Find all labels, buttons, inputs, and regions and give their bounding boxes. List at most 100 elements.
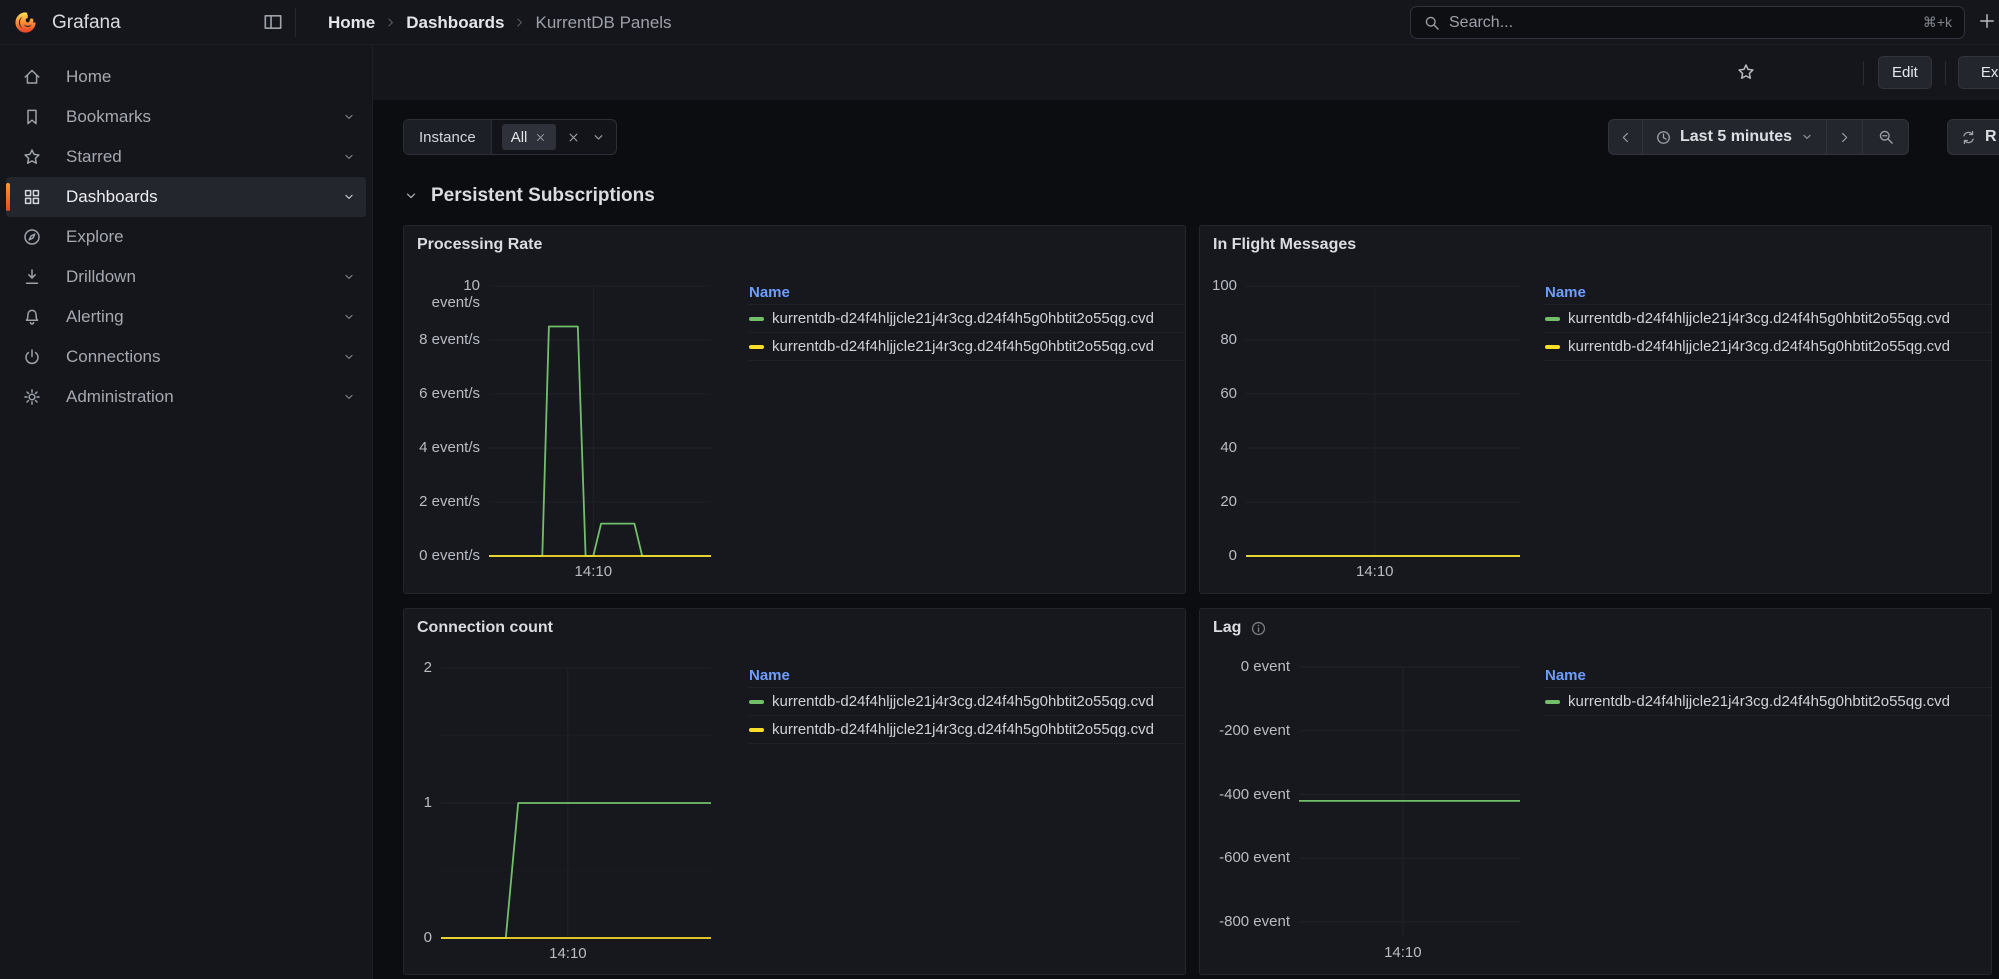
apps-icon: [22, 187, 42, 207]
edit-button[interactable]: Edit: [1878, 56, 1932, 89]
chevron-down-icon[interactable]: [342, 110, 356, 124]
remove-value-icon[interactable]: [534, 131, 547, 144]
instance-value-chip[interactable]: All: [502, 124, 557, 150]
y-tick-label: 100: [1212, 277, 1237, 294]
chevron-down-icon[interactable]: [342, 390, 356, 404]
chart-in-flight-messages[interactable]: 02040608010014:10: [1212, 276, 1522, 582]
y-tick-label: 1: [416, 794, 432, 811]
clock-icon: [1655, 129, 1672, 146]
x-tick-label: 14:10: [1335, 563, 1415, 580]
chevron-down-icon[interactable]: [342, 310, 356, 324]
time-back-button[interactable]: [1609, 120, 1642, 154]
series-name: kurrentdb-d24f4hljjcle21j4r3cg.d24f4h5g0…: [772, 310, 1154, 327]
favorite-star-icon[interactable]: [1736, 62, 1756, 82]
plug-icon: [22, 347, 42, 367]
info-icon[interactable]: [1250, 620, 1267, 637]
legend-name-header[interactable]: Name: [749, 280, 1185, 304]
legend-name-header[interactable]: Name: [1545, 663, 1991, 687]
panel-title[interactable]: Lag: [1213, 619, 1241, 637]
clear-all-icon[interactable]: [566, 130, 581, 145]
sidebar-nav: HomeBookmarks Starred Dashboards Explore Dri…: [0, 45, 373, 979]
grafana-app: Grafana Home Dashboards KurrentDB Panels…: [0, 0, 1999, 979]
compass-icon: [22, 227, 42, 247]
panel-header: Connection count: [404, 609, 1185, 647]
instance-value-text: All: [511, 129, 528, 146]
sidebar-item-dashboards[interactable]: Dashboards: [6, 177, 366, 217]
sidebar-item-starred[interactable]: Starred: [6, 137, 366, 177]
search-placeholder: Search...: [1449, 14, 1915, 32]
legend-name-header[interactable]: Name: [1545, 280, 1991, 304]
breadcrumb-home[interactable]: Home: [328, 13, 375, 33]
bell-icon: [22, 307, 42, 327]
series-name: kurrentdb-d24f4hljjcle21j4r3cg.d24f4h5g0…: [772, 693, 1154, 710]
breadcrumb-dashboards[interactable]: Dashboards: [406, 13, 504, 33]
legend-name-header[interactable]: Name: [749, 663, 1185, 687]
search-input[interactable]: Search... ⌘+k: [1410, 6, 1965, 39]
sidebar-item-drilldown[interactable]: Drilldown: [6, 257, 366, 297]
panel-connection-count: Connection count 01214:10 Name kurrentdb…: [403, 608, 1186, 975]
sidebar-item-explore[interactable]: Explore: [6, 217, 366, 257]
y-tick-label: 40: [1212, 439, 1237, 456]
legend-item[interactable]: kurrentdb-d24f4hljjcle21j4r3cg.d24f4h5g0…: [749, 687, 1185, 715]
panel-in-flight-messages: In Flight Messages 02040608010014:10 Nam…: [1199, 225, 1992, 594]
chart-processing-rate[interactable]: 0 event/s2 event/s4 event/s6 event/s8 ev…: [416, 276, 713, 582]
chart-legend: Name kurrentdb-d24f4hljjcle21j4r3cg.d24f…: [749, 663, 1185, 744]
panel-title[interactable]: Connection count: [417, 619, 553, 637]
breadcrumb-separator-icon: [384, 16, 397, 29]
y-tick-label: 10 event/s: [416, 277, 480, 311]
sidebar-item-alerting[interactable]: Alerting: [6, 297, 366, 337]
panel-title[interactable]: Processing Rate: [417, 236, 542, 254]
sidebar-item-bookmarks[interactable]: Bookmarks: [6, 97, 366, 137]
panel-title[interactable]: In Flight Messages: [1213, 236, 1356, 254]
x-tick-label: 14:10: [553, 563, 633, 580]
legend-item[interactable]: kurrentdb-d24f4hljjcle21j4r3cg.d24f4h5g0…: [1545, 304, 1991, 332]
sidebar-toggle-icon[interactable]: [262, 11, 284, 33]
chevron-down-icon[interactable]: [342, 190, 356, 204]
sidebar-item-administration[interactable]: Administration: [6, 377, 366, 417]
legend-rows: kurrentdb-d24f4hljjcle21j4r3cg.d24f4h5g0…: [749, 304, 1185, 361]
add-icon[interactable]: [1977, 11, 1997, 31]
legend-item[interactable]: kurrentdb-d24f4hljjcle21j4r3cg.d24f4h5g0…: [749, 715, 1185, 743]
y-tick-label: 0: [1212, 547, 1237, 564]
legend-rows: kurrentdb-d24f4hljjcle21j4r3cg.d24f4h5g0…: [1545, 687, 1991, 716]
sidebar-item-label: Drilldown: [66, 267, 318, 287]
y-tick-label: -200 event: [1212, 722, 1290, 739]
export-button[interactable]: Expo: [1958, 56, 1999, 89]
breadcrumb-separator-icon: [513, 16, 526, 29]
chevron-down-icon[interactable]: [342, 350, 356, 364]
chevron-down-icon: [403, 188, 419, 204]
y-tick-label: 0 event: [1212, 658, 1290, 675]
chart-lag[interactable]: 0 event-200 event-400 event-600 event-80…: [1212, 657, 1522, 963]
time-picker: Last 5 minutes: [1608, 119, 1909, 155]
legend-item[interactable]: kurrentdb-d24f4hljjcle21j4r3cg.d24f4h5g0…: [749, 304, 1185, 332]
drilldown-icon: [22, 267, 42, 287]
sidebar-item-label: Dashboards: [66, 187, 318, 207]
panel-header: In Flight Messages: [1200, 226, 1991, 264]
sidebar-item-connections[interactable]: Connections: [6, 337, 366, 377]
legend-item[interactable]: kurrentdb-d24f4hljjcle21j4r3cg.d24f4h5g0…: [1545, 687, 1991, 715]
sidebar-item-label: Starred: [66, 147, 318, 167]
chevron-down-icon: [1800, 130, 1814, 144]
row-persistent-subscriptions[interactable]: Persistent Subscriptions: [403, 183, 655, 209]
toolbar-divider: [1945, 61, 1946, 85]
series-color-chip: [749, 345, 764, 349]
chevron-down-icon[interactable]: [342, 270, 356, 284]
chevron-down-icon[interactable]: [342, 150, 356, 164]
time-forward-button[interactable]: [1826, 120, 1862, 154]
sidebar-item-home[interactable]: Home: [6, 57, 366, 97]
chevron-down-icon[interactable]: [591, 130, 606, 145]
legend-item[interactable]: kurrentdb-d24f4hljjcle21j4r3cg.d24f4h5g0…: [1545, 332, 1991, 360]
grafana-logo-icon[interactable]: [12, 9, 39, 36]
time-range-button[interactable]: Last 5 minutes: [1642, 120, 1826, 154]
chart-connection-count[interactable]: 01214:10: [416, 658, 713, 964]
legend-item[interactable]: kurrentdb-d24f4hljjcle21j4r3cg.d24f4h5g0…: [749, 332, 1185, 360]
search-shortcut: ⌘+k: [1923, 14, 1952, 31]
sidebar-item-label: Administration: [66, 387, 318, 407]
refresh-button[interactable]: R: [1947, 119, 1999, 155]
instance-filter-value[interactable]: All: [492, 120, 617, 154]
series-color-chip: [1545, 700, 1560, 704]
y-tick-label: -600 event: [1212, 849, 1290, 866]
y-tick-label: 6 event/s: [416, 385, 480, 402]
bookmark-icon: [22, 107, 42, 127]
time-zoom-out-button[interactable]: [1862, 120, 1908, 154]
